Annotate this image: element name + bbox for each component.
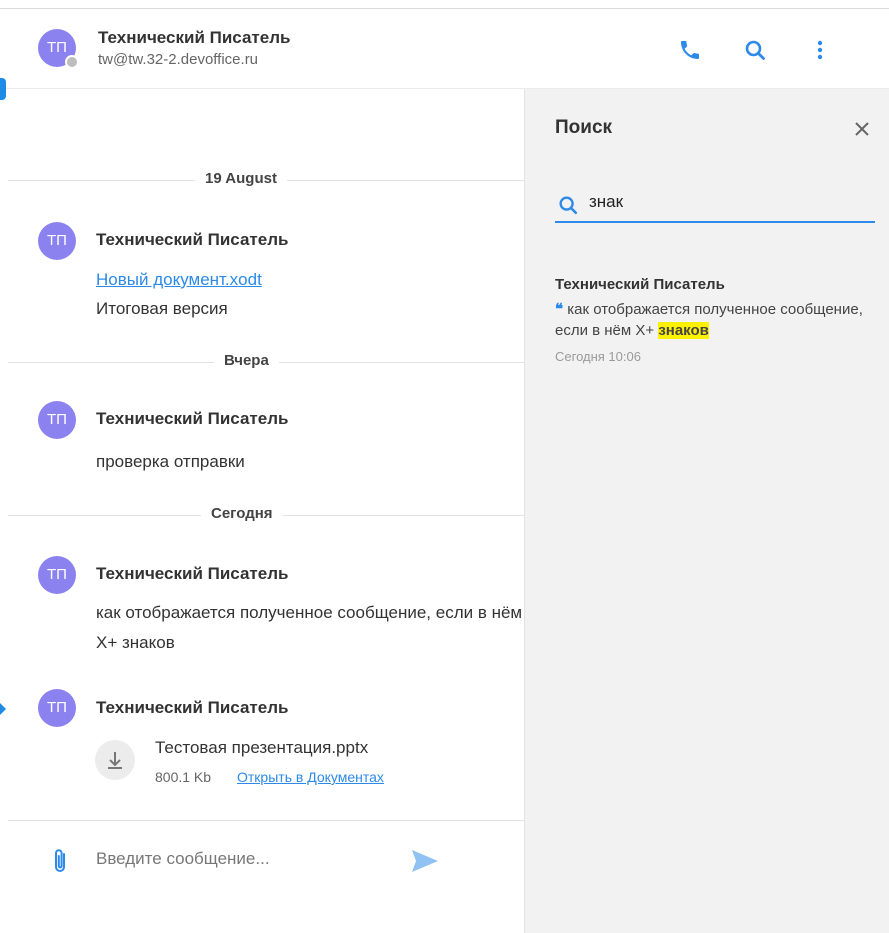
search-panel: Поиск Технический Писатель ❝ как отображ… [524,89,889,933]
search-result-snippet[interactable]: ❝ как отображается полученное сообщение,… [555,299,875,341]
message-author[interactable]: Технический Писатель [96,409,288,429]
close-icon[interactable] [852,119,872,139]
more-vertical-icon[interactable] [808,38,832,62]
message-text: проверка отправки [96,452,245,471]
search-result-author[interactable]: Технический Писатель [555,276,725,293]
message-avatar[interactable]: ТП [38,222,76,260]
message-author[interactable]: Технический Писатель [96,698,288,718]
message-author[interactable]: Технический Писатель [96,564,288,584]
message-avatar[interactable]: ТП [38,556,76,594]
send-icon[interactable] [410,848,440,874]
unread-indicator [0,703,6,715]
message-text: Итоговая версия [96,299,228,318]
search-field[interactable] [555,188,875,223]
download-icon [108,752,122,769]
phone-icon[interactable] [678,38,702,62]
message-input[interactable] [96,846,386,872]
message-author[interactable]: Технический Писатель [96,230,288,250]
document-link[interactable]: Новый документ.xodt [96,270,262,289]
search-result-time: Сегодня 10:06 [555,349,641,364]
file-name[interactable]: Тестовая презентация.pptx [155,738,368,758]
quote-icon: ❝ [555,301,564,318]
search-icon[interactable] [743,38,767,62]
snippet-highlight: знаков [658,322,709,339]
snippet-text: как отображается полученное сообщение, е… [555,301,863,339]
message-text-line: как отображается полученное сообщение, е… [96,603,523,622]
open-in-documents-link[interactable]: Открыть в Документах [237,769,384,785]
search-icon [559,196,578,215]
message-body: Новый документ.xodt [96,265,262,294]
chat-message-area: 19 August ТП Технический Писатель Новый … [0,89,524,933]
message-avatar[interactable]: ТП [38,401,76,439]
download-button[interactable] [95,740,135,780]
date-label: Сегодня [201,505,283,522]
presence-status-dot [65,55,79,69]
date-label: Вчера [214,352,279,369]
composer-divider [8,820,524,821]
contact-email: tw@tw.32-2.devoffice.ru [98,51,259,68]
search-input[interactable] [589,188,869,216]
message-avatar[interactable]: ТП [38,689,76,727]
search-panel-title: Поиск [555,117,613,138]
file-size: 800.1 Kb [155,769,212,785]
message-text-line: X+ знаков [96,633,175,652]
contact-name[interactable]: Технический Писатель [98,28,290,48]
chat-header: ТП Технический Писатель tw@tw.32-2.devof… [0,9,889,89]
paperclip-icon[interactable] [50,847,70,875]
date-label: 19 August [195,170,287,187]
